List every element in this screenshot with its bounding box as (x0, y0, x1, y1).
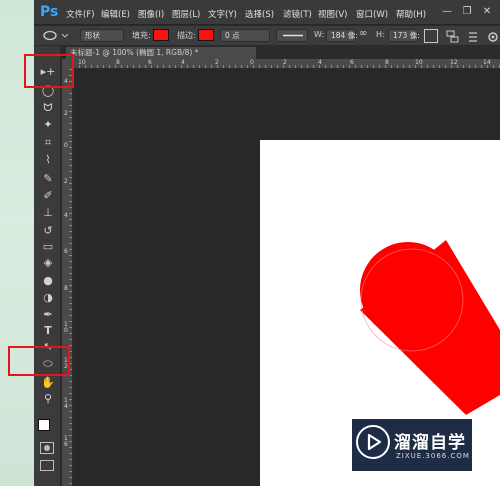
watermark-subtitle: ZIXUE.3066.COM (396, 452, 470, 460)
capsule-shape[interactable] (360, 240, 500, 415)
canvas-shapes (360, 240, 500, 415)
highlight-move-tool (24, 54, 74, 88)
watermark-title: 溜溜自学 (394, 433, 466, 453)
play-icon (356, 425, 390, 459)
highlight-ellipse-tool (8, 346, 70, 376)
